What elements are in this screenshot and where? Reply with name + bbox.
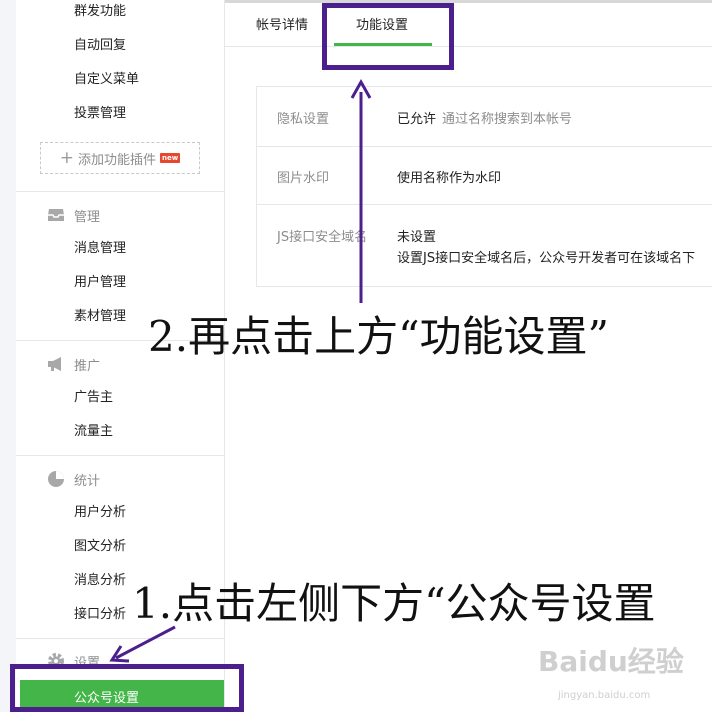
step1-caption: 1.点击左侧下方“公众号设置	[132, 579, 656, 628]
step2-caption: 2.再点击上方“功能设置”	[148, 312, 610, 361]
arrow-to-sidebar	[109, 625, 176, 663]
baidu-watermark-url: jingyan.baidu.com	[558, 690, 651, 701]
baidu-watermark: Baidu经验	[538, 645, 684, 678]
arrow-up-to-tab	[350, 78, 372, 303]
